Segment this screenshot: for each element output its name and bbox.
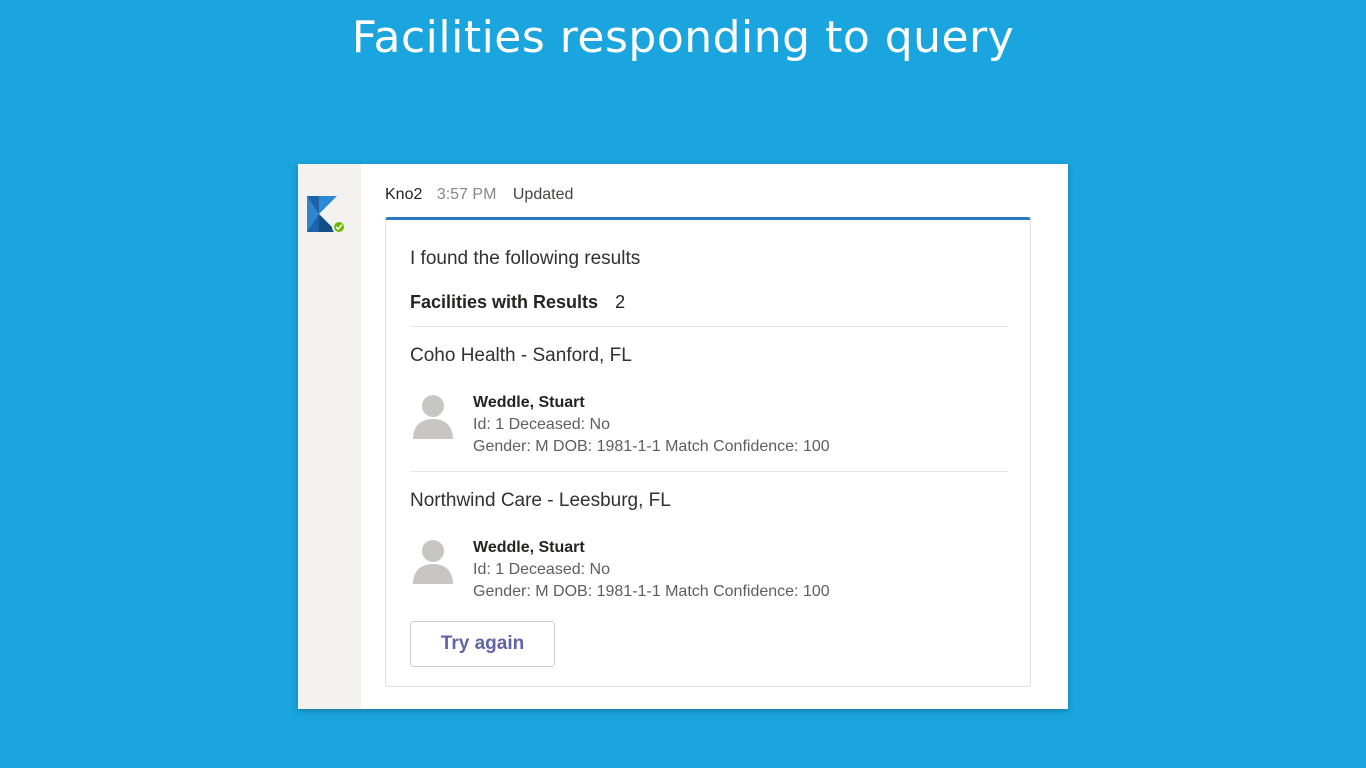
- patient-id-line: Id: 1 Deceased: No: [473, 416, 610, 433]
- person-placeholder-icon: [410, 391, 456, 441]
- patient-name: Weddle, Stuart: [473, 394, 585, 411]
- results-intro: I found the following results: [410, 248, 641, 269]
- patient-id-line: Id: 1 Deceased: No: [473, 561, 610, 578]
- available-check-icon: [332, 220, 346, 234]
- message-header: Kno2 3:57 PM Updated: [385, 186, 573, 204]
- message-status: Updated: [512, 186, 574, 203]
- divider: [410, 471, 1008, 472]
- results-card: I found the following results Facilities…: [385, 217, 1031, 687]
- avatar-rail: [298, 164, 361, 709]
- facility-name: Coho Health - Sanford, FL: [410, 345, 632, 366]
- patient-demographics-line: Gender: M DOB: 1981-1-1 Match Confidence…: [473, 583, 830, 600]
- message-area: Kno2 3:57 PM Updated I found the followi…: [361, 172, 1058, 709]
- patient-details: Weddle, Stuart Id: 1 Deceased: No Gender…: [473, 537, 830, 603]
- facility-name: Northwind Care - Leesburg, FL: [410, 490, 671, 511]
- facilities-summary: Facilities with Results 2: [410, 292, 625, 313]
- divider: [410, 326, 1008, 327]
- try-again-button[interactable]: Try again: [410, 621, 555, 667]
- chat-window: Kno2 3:57 PM Updated I found the followi…: [298, 164, 1068, 709]
- patient-name: Weddle, Stuart: [473, 539, 585, 556]
- person-placeholder-icon: [410, 536, 456, 586]
- sender-name[interactable]: Kno2: [385, 186, 422, 203]
- summary-count: 2: [615, 292, 626, 312]
- patient-details: Weddle, Stuart Id: 1 Deceased: No Gender…: [473, 392, 830, 458]
- message-timestamp: 3:57 PM: [436, 186, 497, 203]
- page-title: Facilities responding to query: [351, 12, 1015, 63]
- summary-label: Facilities with Results: [410, 292, 599, 312]
- patient-demographics-line: Gender: M DOB: 1981-1-1 Match Confidence…: [473, 438, 830, 455]
